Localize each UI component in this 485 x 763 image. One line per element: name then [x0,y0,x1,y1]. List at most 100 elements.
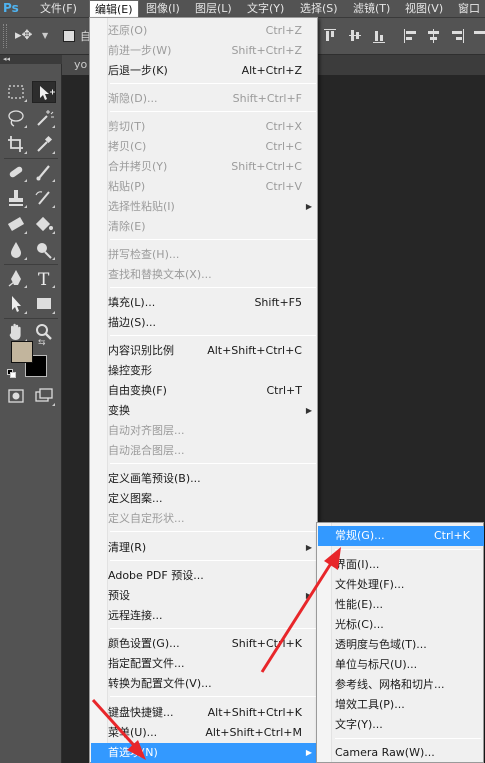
submenu-item-interface[interactable]: 界面(I)... [318,555,484,575]
menu-select[interactable]: 选择(S) [295,0,343,17]
menu-edit[interactable]: 编辑(E) [89,0,139,17]
align-bottom-icon[interactable] [372,27,386,45]
magic-wand-tool-icon[interactable] [32,107,56,129]
path-selection-tool-icon[interactable] [4,293,28,315]
menu-item-puppet-warp[interactable]: 操控变形 [91,361,318,381]
menu-view[interactable]: 视图(V) [400,0,448,17]
menu-item-define-brush[interactable]: 定义画笔预设(B)... [91,469,318,489]
default-colors-icon[interactable] [7,369,17,379]
menu-item-presets[interactable]: 预设 ▶ [91,586,318,606]
menu-item-auto-align-layers[interactable]: 自动对齐图层... [91,421,318,441]
healing-brush-tool-icon[interactable] [4,161,28,183]
menu-item-define-shape[interactable]: 定义自定形状... [91,509,318,529]
menu-item-clear[interactable]: 清除(E) [91,217,318,237]
menu-item-menus[interactable]: 菜单(U)... Alt+Shift+Ctrl+M [91,723,318,743]
menu-item-step-backward[interactable]: 后退一步(K) Alt+Ctrl+Z [91,61,318,81]
menu-item-copy-merged[interactable]: 合并拷贝(Y) Shift+Ctrl+C [91,157,318,177]
menu-item-auto-blend-layers[interactable]: 自动混合图层... [91,441,318,461]
menu-file[interactable]: 文件(F) [35,0,82,17]
submenu-item-general[interactable]: 常规(G)... Ctrl+K [318,526,484,546]
align-icons-group [323,27,485,47]
menu-item-paste-special[interactable]: 选择性粘贴(I) ▶ [91,197,318,217]
align-left-icon[interactable] [403,27,417,45]
submenu-item-transparency-gamut[interactable]: 透明度与色域(T)... [318,635,484,655]
menu-item-color-settings[interactable]: 颜色设置(G)... Shift+Ctrl+K [91,634,318,654]
auto-select-checkbox[interactable] [63,30,75,42]
marquee-tool-icon[interactable] [4,81,28,103]
submenu-item-performance[interactable]: 性能(E)... [318,595,484,615]
edit-menu-dropdown: 还原(O) Ctrl+Z 前进一步(W) Shift+Ctrl+Z 后退一步(K) A… [89,17,318,763]
submenu-item-guides-grid-slices[interactable]: 参考线、网格和切片... [318,675,484,695]
menu-item-fill[interactable]: 填充(L)... Shift+F5 [91,293,318,313]
eyedropper-tool-icon[interactable] [32,133,56,155]
submenu-item-file-handling[interactable]: 文件处理(F)... [318,575,484,595]
menu-layer[interactable]: 图层(L) [190,0,237,17]
align-vcenter-icon[interactable] [348,27,362,45]
menu-item-fade[interactable]: 渐隐(D)... Shift+Ctrl+F [91,89,318,109]
align-hcenter-icon[interactable] [427,27,441,45]
submenu-item-units-rulers[interactable]: 单位与标尺(U)... [318,655,484,675]
app-logo: Ps [3,1,19,15]
history-brush-tool-icon[interactable] [32,187,56,209]
submenu-item-camera-raw[interactable]: Camera Raw(W)... [318,743,484,763]
menu-image[interactable]: 图像(I) [141,0,185,17]
menu-item-transform[interactable]: 变换 ▶ [91,401,318,421]
clone-stamp-tool-icon[interactable] [4,187,28,209]
submenu-arrow-icon: ▶ [305,406,312,415]
preferences-submenu: 常规(G)... Ctrl+K 界面(I)... 文件处理(F)... 性能(E)… [316,522,484,763]
menu-item-cut[interactable]: 剪切(T) Ctrl+X [91,117,318,137]
foreground-color-swatch[interactable] [11,341,33,363]
align-top-icon[interactable] [323,27,337,45]
options-grip[interactable] [3,24,7,48]
submenu-item-plugins[interactable]: 增效工具(P)... [318,695,484,715]
pen-tool-icon[interactable] [4,267,28,289]
menu-item-preferences[interactable]: 首选项(N) ▶ [91,743,318,763]
submenu-arrow-icon: ▶ [305,748,312,757]
type-tool-icon[interactable]: T [32,267,56,290]
menu-item-keyboard-shortcuts[interactable]: 键盘快捷键... Alt+Shift+Ctrl+K [91,703,318,723]
menu-item-pdf-presets[interactable]: Adobe PDF 预设... [91,566,318,586]
menu-item-spell-check[interactable]: 拼写检查(H)... [91,245,318,265]
blur-tool-icon[interactable] [4,239,28,261]
submenu-item-cursors[interactable]: 光标(C)... [318,615,484,635]
crop-tool-icon[interactable] [4,133,28,155]
menu-item-copy[interactable]: 拷贝(C) Ctrl+C [91,137,318,157]
menu-item-undo[interactable]: 还原(O) Ctrl+Z [91,21,318,41]
distribute-icon[interactable] [473,27,485,45]
menu-item-paste[interactable]: 粘贴(P) Ctrl+V [91,177,318,197]
menu-item-purge[interactable]: 清理(R) ▶ [91,538,318,558]
svg-text:T: T [38,270,50,289]
submenu-arrow-icon: ▶ [305,591,312,600]
menu-item-find-replace[interactable]: 查找和替换文本(X)... [91,265,318,285]
menu-window[interactable]: 窗口 [453,0,485,17]
swap-colors-icon[interactable]: ⇆ [38,338,46,348]
toolbox: ◂◂ T ⇆ [0,55,62,763]
lasso-tool-icon[interactable] [4,107,28,129]
paint-bucket-tool-icon[interactable] [32,213,56,235]
menu-item-free-transform[interactable]: 自由变换(F) Ctrl+T [91,381,318,401]
menu-filter[interactable]: 滤镜(T) [348,0,395,17]
menu-item-content-aware-scale[interactable]: 内容识别比例 Alt+Shift+Ctrl+C [91,341,318,361]
chevron-down-icon[interactable]: ▼ [42,31,48,40]
hand-tool-icon[interactable] [4,321,28,343]
menu-type[interactable]: 文字(Y) [242,0,289,17]
move-tool-preset-icon[interactable]: ▸✥ [15,28,32,43]
menu-item-stroke[interactable]: 描边(S)... [91,313,318,333]
rectangle-tool-icon[interactable] [32,293,56,315]
menu-item-assign-profile[interactable]: 指定配置文件... [91,654,318,674]
menu-item-define-pattern[interactable]: 定义图案... [91,489,318,509]
brush-tool-icon[interactable] [32,161,56,183]
menu-item-remote-connections[interactable]: 远程连接... [91,606,318,626]
toolbox-collapse-icon[interactable]: ◂◂ [0,55,62,64]
align-right-icon[interactable] [451,27,465,45]
quick-mask-icon[interactable] [4,385,28,407]
menu-bar: Ps 文件(F) 编辑(E) 图像(I) 图层(L) 文字(Y) 选择(S) 滤… [0,0,485,18]
submenu-arrow-icon: ▶ [305,202,312,211]
eraser-tool-icon[interactable] [4,213,28,235]
move-tool-icon[interactable] [32,81,56,103]
submenu-item-type[interactable]: 文字(Y)... [318,715,484,735]
menu-item-step-forward[interactable]: 前进一步(W) Shift+Ctrl+Z [91,41,318,61]
menu-item-convert-profile[interactable]: 转换为配置文件(V)... [91,674,318,694]
screen-mode-icon[interactable] [32,385,56,407]
dodge-tool-icon[interactable] [32,239,56,261]
